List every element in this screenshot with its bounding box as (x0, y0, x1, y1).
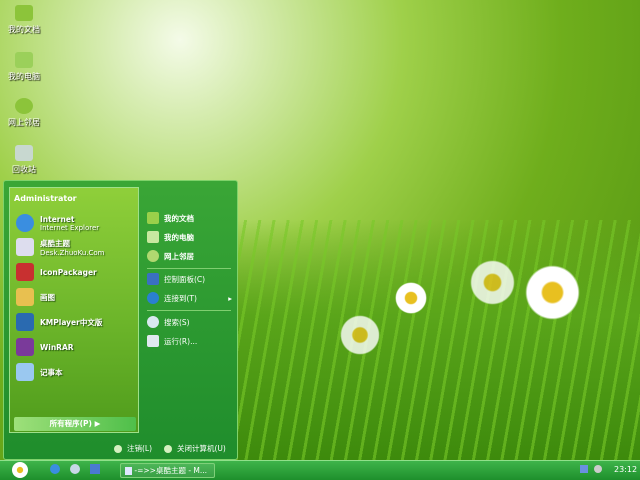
divider (147, 310, 231, 311)
divider (147, 268, 231, 269)
menu-control-panel[interactable]: 控制面板(C) (147, 271, 205, 287)
folder-icon (15, 5, 33, 21)
winrar-icon (16, 338, 34, 356)
media-quicklaunch-icon[interactable] (70, 464, 80, 474)
program-kmplayer[interactable]: KMPlayer中文版 (16, 311, 102, 333)
desktop-quicklaunch-icon[interactable] (90, 464, 100, 474)
computer-icon (147, 231, 159, 243)
program-zhuoku[interactable]: 桌酷主题 Desk.ZhuoKu.Com (16, 236, 104, 258)
run-icon (147, 335, 159, 347)
logoff-icon (114, 444, 122, 453)
start-menu: Administrator Internet Internet Explorer … (3, 180, 238, 460)
iconpackager-icon (16, 263, 34, 281)
control-panel-icon (147, 273, 159, 285)
connect-icon (147, 292, 159, 304)
menu-run[interactable]: 运行(R)... (147, 333, 197, 349)
paint-icon (16, 288, 34, 306)
document-icon (125, 467, 132, 475)
folder-icon (147, 212, 159, 224)
program-winrar[interactable]: WinRAR (16, 336, 74, 358)
wallpaper-grass (238, 220, 640, 460)
wallpaper-flower (525, 265, 580, 320)
search-icon (147, 316, 159, 328)
menu-connect-to[interactable]: 连接到(T) ▸ (147, 290, 232, 306)
user-name: Administrator (14, 194, 77, 203)
desktop-icon-my-documents[interactable]: 我的文档 (2, 5, 46, 35)
desktop-icon-recycle-bin[interactable]: 回收站 (2, 145, 46, 175)
all-programs-button[interactable]: 所有程序(P) ▶ (14, 417, 136, 431)
tray-app-icon[interactable] (594, 465, 602, 473)
computer-icon (15, 52, 33, 68)
wallpaper-flower (470, 260, 515, 305)
start-button[interactable] (12, 462, 28, 478)
ie-icon (16, 214, 34, 232)
recycle-bin-icon (15, 145, 33, 161)
menu-my-documents[interactable]: 我的文档 (147, 210, 194, 226)
program-internet-explorer[interactable]: Internet Internet Explorer (16, 212, 99, 234)
network-icon (147, 250, 159, 262)
zhuoku-icon (16, 238, 34, 256)
shutdown-icon (164, 444, 172, 453)
arrow-right-icon: ▶ (94, 419, 101, 428)
program-iconpackager[interactable]: IconPackager (16, 261, 97, 283)
notepad-icon (16, 363, 34, 381)
taskbar-task[interactable]: -=>>桌酷主题 - M... (120, 463, 215, 478)
clock: 23:12 (614, 465, 638, 474)
logoff-button[interactable]: 注销(L) (114, 443, 152, 454)
tray-network-icon[interactable] (580, 465, 588, 473)
desktop-icon-my-computer[interactable]: 我的电脑 (2, 52, 46, 82)
program-notepad[interactable]: 记事本 (16, 361, 63, 383)
start-menu-left-pane: Administrator Internet Internet Explorer … (9, 187, 139, 433)
menu-my-computer[interactable]: 我的电脑 (147, 229, 194, 245)
desktop-icon-network[interactable]: 网上邻居 (2, 98, 46, 128)
ie-quicklaunch-icon[interactable] (50, 464, 60, 474)
taskbar: -=>>桌酷主题 - M... 23:12 (0, 460, 640, 480)
menu-search[interactable]: 搜索(S) (147, 314, 190, 330)
wallpaper-flower (395, 282, 427, 314)
kmplayer-icon (16, 313, 34, 331)
program-paint[interactable]: 画图 (16, 286, 55, 308)
arrow-right-icon: ▸ (228, 293, 232, 303)
shutdown-button[interactable]: 关闭计算机(U) (164, 443, 226, 454)
wallpaper-flower (340, 315, 380, 355)
menu-network[interactable]: 网上邻居 (147, 248, 194, 264)
network-icon (15, 98, 33, 114)
